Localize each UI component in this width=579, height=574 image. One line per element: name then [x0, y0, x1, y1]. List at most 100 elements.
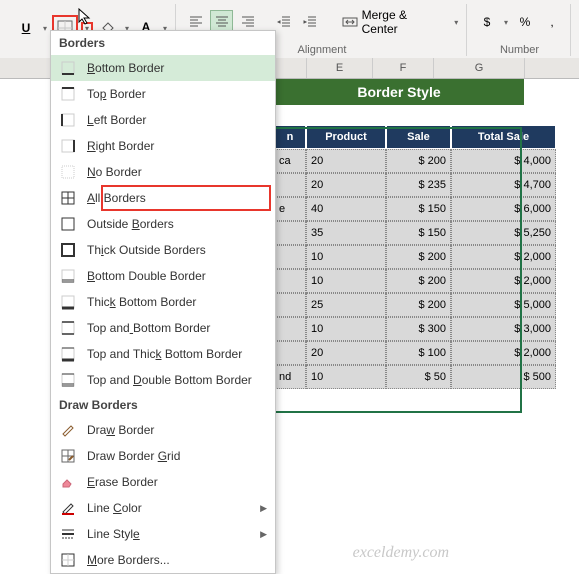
cell[interactable]: $ 200 — [386, 245, 451, 269]
border-option[interactable]: Top Border — [51, 81, 275, 107]
border-option-label: Bottom Border — [87, 61, 164, 75]
cell[interactable]: $ 200 — [386, 149, 451, 173]
draw-option-label: Erase Border — [87, 475, 158, 489]
cell[interactable]: $ 2,000 — [451, 245, 556, 269]
col-header-g[interactable]: G — [434, 58, 525, 78]
draw-border-option[interactable]: Draw Border Grid — [51, 443, 275, 469]
merge-center-button[interactable]: Merge & Center — [335, 10, 449, 34]
cell[interactable] — [274, 221, 306, 245]
currency-button[interactable]: $ — [475, 10, 499, 34]
currency-dropdown[interactable]: ▾ — [502, 18, 510, 27]
cell[interactable]: $ 100 — [386, 341, 451, 365]
border-option-label: Right Border — [87, 139, 154, 153]
border-option[interactable]: All Borders — [51, 185, 275, 211]
cell[interactable]: $ 235 — [386, 173, 451, 197]
increase-indent-button[interactable] — [299, 10, 322, 34]
cell[interactable]: $ 500 — [451, 365, 556, 389]
cell[interactable]: ca — [274, 149, 306, 173]
align-group-label: Alignment — [298, 44, 347, 56]
border-option-label: Thick Outside Borders — [87, 243, 206, 257]
underline-dropdown[interactable]: ▾ — [41, 24, 49, 33]
border-option-icon — [59, 293, 77, 311]
currency-label: $ — [484, 15, 491, 29]
cell[interactable]: $ 4,700 — [451, 173, 556, 197]
cell[interactable] — [274, 317, 306, 341]
draw-border-option[interactable]: More Borders... — [51, 547, 275, 573]
cell[interactable]: 25 — [306, 293, 386, 317]
percent-button[interactable]: % — [513, 10, 537, 34]
merge-label: Merge & Center — [362, 8, 443, 36]
cell[interactable]: nd — [274, 365, 306, 389]
cell[interactable]: 40 — [306, 197, 386, 221]
draw-border-option[interactable]: Erase Border — [51, 469, 275, 495]
border-option-label: Thick Bottom Border — [87, 295, 196, 309]
border-option[interactable]: No Border — [51, 159, 275, 185]
col-header-f[interactable]: F — [373, 58, 434, 78]
draw-option-icon — [59, 499, 77, 517]
border-option-label: Outside Borders — [87, 217, 174, 231]
cell[interactable]: $ 150 — [386, 197, 451, 221]
borders-dropdown-menu: Borders Bottom BorderTop BorderLeft Bord… — [50, 30, 276, 574]
draw-border-option[interactable]: Line Style▶ — [51, 521, 275, 547]
cell[interactable]: $ 3,000 — [451, 317, 556, 341]
border-option-icon — [59, 85, 77, 103]
align-left-icon — [189, 15, 203, 29]
cell[interactable]: $ 200 — [386, 293, 451, 317]
draw-option-label: Line Style — [87, 527, 140, 541]
border-option[interactable]: Bottom Double Border — [51, 263, 275, 289]
border-option-icon — [59, 371, 77, 389]
border-option[interactable]: Top and Thick Bottom Border — [51, 341, 275, 367]
draw-border-option[interactable]: Draw Border — [51, 417, 275, 443]
watermark: exceldemy.com — [353, 544, 449, 562]
cell[interactable]: 10 — [306, 317, 386, 341]
cell[interactable] — [274, 293, 306, 317]
border-option[interactable]: Top and Double Bottom Border — [51, 367, 275, 393]
title-cell: Border Style — [274, 79, 524, 105]
decrease-indent-button[interactable] — [273, 10, 296, 34]
comma-label: , — [550, 15, 553, 29]
border-option[interactable]: Top and Bottom Border — [51, 315, 275, 341]
submenu-arrow-icon: ▶ — [260, 503, 267, 514]
border-option[interactable]: Thick Outside Borders — [51, 237, 275, 263]
cell[interactable] — [274, 245, 306, 269]
cell[interactable]: $ 6,000 — [451, 197, 556, 221]
border-option[interactable]: Outside Borders — [51, 211, 275, 237]
cell[interactable] — [274, 173, 306, 197]
merge-icon — [342, 15, 357, 29]
cell[interactable]: 10 — [306, 269, 386, 293]
draw-option-icon — [59, 447, 77, 465]
border-option[interactable]: Left Border — [51, 107, 275, 133]
col-header-e[interactable]: E — [307, 58, 373, 78]
border-option[interactable]: Right Border — [51, 133, 275, 159]
cell[interactable]: $ 2,000 — [451, 341, 556, 365]
cell[interactable]: $ 150 — [386, 221, 451, 245]
cell[interactable]: $ 4,000 — [451, 149, 556, 173]
cell[interactable] — [274, 341, 306, 365]
border-option-label: Top and Double Bottom Border — [87, 373, 252, 387]
draw-border-option[interactable]: Line Color▶ — [51, 495, 275, 521]
cell[interactable]: $ 300 — [386, 317, 451, 341]
cell[interactable]: 20 — [306, 149, 386, 173]
cell[interactable]: $ 5,250 — [451, 221, 556, 245]
cell[interactable] — [274, 269, 306, 293]
underline-button[interactable]: U — [14, 16, 38, 40]
cell[interactable]: $ 2,000 — [451, 269, 556, 293]
border-option-label: Top and Thick Bottom Border — [87, 347, 242, 361]
border-option[interactable]: Thick Bottom Border — [51, 289, 275, 315]
cell[interactable]: $ 5,000 — [451, 293, 556, 317]
cell[interactable]: 20 — [306, 341, 386, 365]
border-option[interactable]: Bottom Border — [51, 55, 275, 81]
merge-dropdown[interactable]: ▾ — [452, 18, 460, 27]
cell[interactable]: $ 50 — [386, 365, 451, 389]
comma-button[interactable]: , — [540, 10, 564, 34]
header-cell: Product — [306, 125, 386, 149]
cell[interactable]: 35 — [306, 221, 386, 245]
border-option-label: Top and Bottom Border — [87, 321, 210, 335]
cell[interactable]: $ 200 — [386, 269, 451, 293]
align-center-icon — [215, 15, 229, 29]
cell[interactable]: 20 — [306, 173, 386, 197]
cell[interactable]: e — [274, 197, 306, 221]
cell[interactable]: 10 — [306, 365, 386, 389]
cell[interactable]: 10 — [306, 245, 386, 269]
draw-option-label: Draw Border Grid — [87, 449, 180, 463]
